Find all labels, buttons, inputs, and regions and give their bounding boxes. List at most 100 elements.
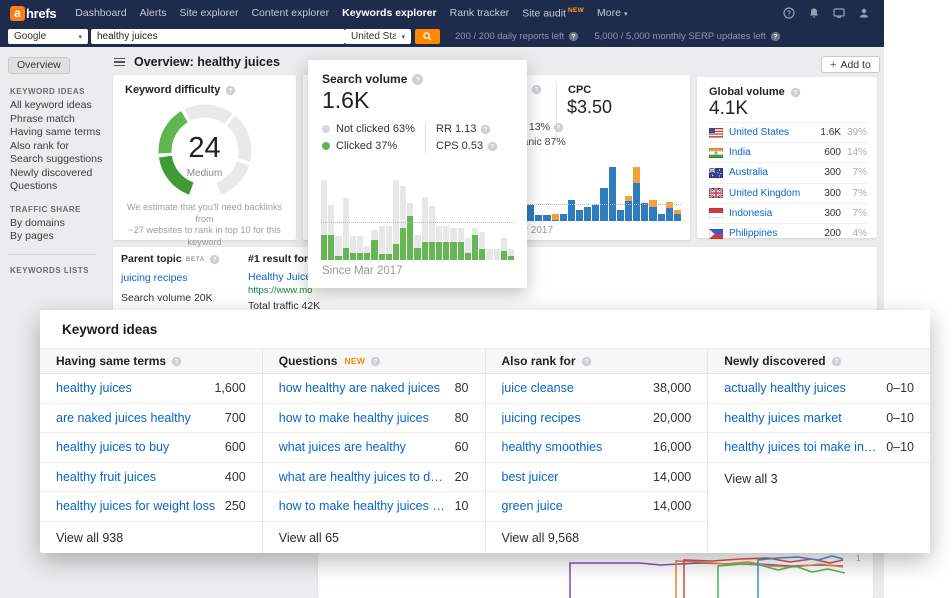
- nav-item-keywords-explorer[interactable]: Keywords explorer: [342, 7, 437, 19]
- bar: [507, 178, 515, 260]
- country-link-india[interactable]: India: [729, 147, 751, 158]
- country-link-australia[interactable]: Australia: [729, 167, 768, 178]
- menu-icon[interactable]: [114, 57, 125, 67]
- search-engine-select[interactable]: Google ▾: [8, 29, 88, 44]
- global-volume-panel: Global volume 4.1K United States 1.6K 39% I…: [697, 77, 877, 239]
- add-to-button[interactable]: + Add to: [821, 56, 880, 73]
- country-volume-row: Philippines 200 4%: [709, 222, 867, 243]
- keyword-link[interactable]: healthy juices: [56, 381, 132, 395]
- keyword-link[interactable]: how healthy are naked juices: [279, 381, 440, 395]
- keyword-link[interactable]: healthy juices for weight loss: [56, 499, 215, 513]
- flag-in-icon: [709, 147, 723, 158]
- keyword-search-input[interactable]: [91, 29, 345, 44]
- help-icon[interactable]: [770, 31, 780, 42]
- sidebar-item-all-keyword-ideas[interactable]: All keyword ideas: [0, 99, 105, 113]
- sidebar-item-having-same-terms[interactable]: Having same terms: [0, 126, 105, 140]
- country-link-united-states[interactable]: United States: [729, 127, 789, 138]
- keyword-link[interactable]: healthy juices to buy: [56, 440, 169, 454]
- divider: [425, 123, 426, 153]
- svg-text:?: ?: [787, 10, 791, 17]
- column-title: Also rank for: [501, 354, 576, 368]
- bar: [443, 178, 450, 260]
- keyword-link[interactable]: how to make healthy juices: [279, 411, 429, 425]
- help-icon[interactable]: [581, 356, 591, 366]
- nav-item-site-explorer[interactable]: Site explorer: [180, 7, 239, 19]
- user-icon[interactable]: [858, 7, 870, 19]
- bar: [378, 178, 385, 260]
- keyword-link[interactable]: healthy juices market: [724, 411, 841, 425]
- help-icon[interactable]: [209, 254, 220, 264]
- sidebar-item-phrase-match[interactable]: Phrase match: [0, 113, 105, 127]
- help-icon[interactable]: [487, 141, 498, 151]
- keyword-link[interactable]: green juice: [502, 499, 563, 513]
- sidebar-item-overview[interactable]: Overview: [8, 57, 70, 74]
- help-icon[interactable]: [370, 356, 381, 366]
- country-select[interactable]: United States ▾: [345, 29, 411, 44]
- help-icon[interactable]: [831, 356, 841, 366]
- bar: [500, 178, 507, 260]
- help-icon[interactable]: [226, 85, 236, 95]
- keyword-row: green juice 14,000: [485, 492, 708, 522]
- page-title: Overview: healthy juices: [134, 55, 280, 69]
- clicked-dot: [322, 142, 330, 150]
- help-icon[interactable]: [481, 124, 491, 134]
- keyword-link[interactable]: actually healthy juices: [724, 381, 846, 395]
- ahrefs-logo[interactable]: a hrefs: [10, 5, 57, 21]
- keyword-link[interactable]: juice cleanse: [502, 381, 574, 395]
- nav-item-rank-tracker[interactable]: Rank tracker: [450, 7, 510, 19]
- sidebar-section-title: KEYWORD IDEAS: [10, 87, 85, 96]
- sidebar-item-newly-discovered[interactable]: Newly discovered: [0, 167, 105, 181]
- parent-topic-link[interactable]: juicing recipes: [121, 272, 220, 284]
- bar: [342, 178, 349, 260]
- nav-item-site-audit[interactable]: Site audit NEW: [522, 7, 584, 20]
- help-icon[interactable]: [531, 84, 542, 95]
- country-link-philippines[interactable]: Philippines: [729, 228, 777, 239]
- country-link-united-kingdom[interactable]: United Kingdom: [729, 188, 800, 199]
- nav-item-alerts[interactable]: Alerts: [140, 7, 167, 19]
- keyword-link[interactable]: how to make healthy juices at home: [279, 499, 447, 513]
- beta-badge: BETA: [185, 255, 205, 263]
- sidebar-section-keywords-lists: KEYWORDS LISTS: [8, 253, 97, 275]
- search-volume-value: 1.6K: [322, 87, 370, 113]
- screenshot-stage: a hrefs Dashboard Alerts Site explorer Cont…: [0, 0, 952, 598]
- sidebar-item-also-rank-for[interactable]: Also rank for: [0, 140, 105, 154]
- sidebar-item-search-suggestions[interactable]: Search suggestions: [0, 153, 105, 167]
- difficulty-score: 24: [188, 132, 221, 164]
- view-all-link[interactable]: View all 65: [263, 522, 485, 554]
- nav-item-more[interactable]: More ▾: [597, 7, 627, 19]
- keyword-link[interactable]: healthy fruit juices: [56, 470, 156, 484]
- help-icon[interactable]: [412, 73, 424, 85]
- keyword-link[interactable]: healthy juices toi make in juicer: [724, 440, 878, 454]
- keyword-link[interactable]: best juicer: [502, 470, 559, 484]
- keyword-link[interactable]: what are healthy juices to drink: [279, 470, 447, 484]
- keyword-volume: 16,000: [653, 440, 692, 455]
- keyword-link[interactable]: healthy smoothies: [502, 440, 603, 454]
- view-all-link[interactable]: View all 9,568: [486, 522, 708, 554]
- sidebar-item-questions[interactable]: Questions: [0, 180, 105, 194]
- keyword-link[interactable]: what juices are healthy: [279, 440, 406, 454]
- sidebar-item-by-domains[interactable]: By domains: [0, 217, 105, 231]
- bell-icon[interactable]: [808, 7, 820, 19]
- new-badge: NEW: [344, 356, 366, 366]
- help-circle-icon[interactable]: ?: [783, 7, 795, 19]
- help-icon[interactable]: [790, 87, 800, 97]
- monitor-icon[interactable]: [833, 7, 845, 19]
- keyword-link[interactable]: juicing recipes: [502, 411, 581, 425]
- nav-item-content-explorer[interactable]: Content explorer: [251, 7, 329, 19]
- view-all-link[interactable]: View all 3: [708, 463, 930, 495]
- search-button[interactable]: [415, 29, 440, 44]
- bar: [479, 178, 486, 260]
- keyword-link[interactable]: are naked juices healthy: [56, 411, 191, 425]
- country-link-indonesia[interactable]: Indonesia: [729, 208, 772, 219]
- bar: [414, 178, 421, 260]
- nav-item-dashboard[interactable]: Dashboard: [75, 7, 126, 19]
- magnifier-icon: [423, 32, 432, 41]
- keyword-volume: 20: [454, 469, 469, 484]
- sidebar-item-by-pages[interactable]: By pages: [0, 230, 105, 244]
- view-all-link[interactable]: View all 938: [40, 522, 262, 554]
- help-icon[interactable]: [171, 356, 182, 366]
- keyword-volume: 14,000: [653, 469, 692, 484]
- help-icon[interactable]: [553, 122, 564, 132]
- help-icon[interactable]: [569, 31, 579, 42]
- bar: [535, 147, 543, 221]
